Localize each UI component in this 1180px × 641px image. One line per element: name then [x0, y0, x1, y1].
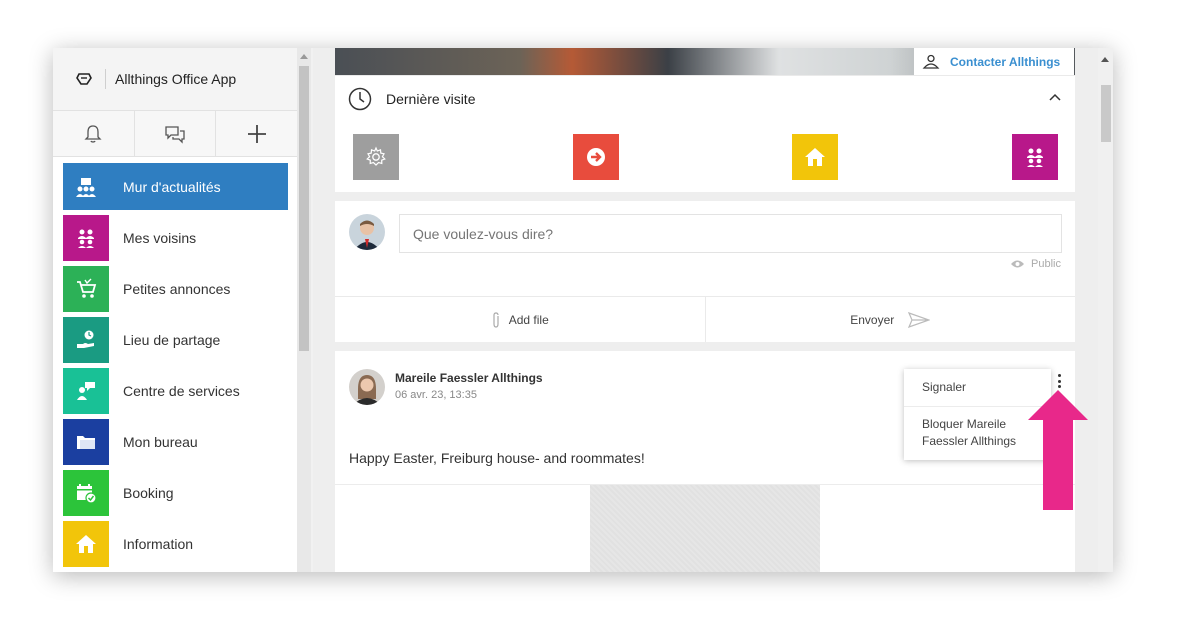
- sidebar-item-petites-annonces[interactable]: Petites annonces: [63, 265, 288, 312]
- more-item-icon: [63, 571, 109, 572]
- sidebar-item-mur-dactualites[interactable]: Mur d'actualités: [63, 163, 288, 210]
- contact-button[interactable]: Contacter Allthings: [914, 48, 1074, 75]
- neighbors-icon: [1027, 148, 1043, 167]
- main-scrollbar[interactable]: [1098, 48, 1113, 572]
- cart-icon: [63, 265, 109, 312]
- bell-icon: [84, 124, 102, 143]
- last-visit-arrow-tile[interactable]: [573, 134, 619, 180]
- neighbors-icon: [63, 214, 109, 261]
- post-author-avatar[interactable]: [349, 369, 385, 405]
- post-input[interactable]: [399, 214, 1062, 253]
- sidebar-item-label: Petites annonces: [123, 280, 231, 297]
- sidebar-item-mes-voisins[interactable]: Mes voisins: [63, 214, 288, 261]
- last-visit-home-tile[interactable]: [792, 134, 838, 180]
- post-image[interactable]: [590, 485, 820, 572]
- last-visit-settings-tile[interactable]: [353, 134, 399, 180]
- sidebar-item-label: Information: [123, 535, 194, 552]
- sharing-icon: [63, 316, 109, 363]
- last-visit-title: Dernière visite: [386, 90, 476, 107]
- last-visit-neighbors-tile[interactable]: [1012, 134, 1058, 180]
- post-date: 06 avr. 23, 13:35: [395, 389, 477, 401]
- scroll-up-icon[interactable]: [300, 54, 308, 59]
- current-user-avatar[interactable]: [349, 214, 385, 250]
- privacy-selector[interactable]: Public: [1010, 258, 1061, 270]
- plus-icon: [247, 124, 266, 143]
- post-author-name[interactable]: Mareile Faessler Allthings: [395, 371, 543, 385]
- callout-arrow-icon: [1028, 390, 1088, 510]
- sidebar-item-centre-de-services[interactable]: Centre de services: [63, 367, 288, 414]
- post-text: Happy Easter, Freiburg house- and roomma…: [349, 450, 645, 466]
- header-divider: [105, 69, 106, 89]
- send-paper-plane-icon: [908, 311, 931, 328]
- settings-icon: [366, 146, 386, 166]
- sidebar-item-mon-bureau[interactable]: Mon bureau: [63, 418, 288, 465]
- sidebar: Allthings Office App Mur d'actualités Me…: [53, 48, 297, 572]
- last-visit-header[interactable]: Dernière visite: [335, 75, 1075, 121]
- sidebar-item-booking[interactable]: Booking: [63, 469, 288, 516]
- messages-button[interactable]: [135, 111, 217, 156]
- sidebar-item-label: Mon bureau: [123, 433, 198, 450]
- menu-item-block-user[interactable]: Bloquer Mareile Faessler Allthings: [904, 416, 1024, 450]
- sidebar-item-partial[interactable]: [63, 571, 288, 572]
- app-logo-icon[interactable]: [75, 70, 93, 88]
- home-icon: [63, 520, 109, 567]
- contact-person-icon: [922, 54, 940, 69]
- chevron-up-icon[interactable]: [1049, 93, 1061, 101]
- sidebar-scrollbar[interactable]: [297, 48, 311, 572]
- add-file-label: Add file: [508, 312, 549, 327]
- add-button[interactable]: [216, 111, 297, 156]
- add-file-button[interactable]: Add file: [335, 297, 705, 342]
- eye-icon: [1011, 260, 1025, 268]
- last-visit-card: Dernière visite: [335, 75, 1075, 192]
- sidebar-item-lieu-de-partage[interactable]: Lieu de partage: [63, 316, 288, 363]
- home-icon: [805, 148, 825, 166]
- last-visit-tiles: [353, 134, 1058, 180]
- calendar-icon: [63, 469, 109, 516]
- menu-item-report[interactable]: Signaler: [904, 380, 966, 394]
- send-label: Envoyer: [850, 312, 895, 327]
- folder-icon: [63, 418, 109, 465]
- privacy-label: Public: [1031, 258, 1061, 270]
- contact-label: Contacter Allthings: [950, 54, 1061, 69]
- scrollbar-thumb[interactable]: [299, 66, 309, 351]
- send-button[interactable]: Envoyer: [704, 297, 1076, 342]
- paperclip-icon: [493, 311, 499, 328]
- sidebar-item-label: Lieu de partage: [123, 331, 221, 348]
- sidebar-header: Allthings Office App: [53, 48, 297, 111]
- app-title: Allthings Office App: [115, 71, 237, 87]
- notifications-button[interactable]: [53, 111, 135, 156]
- post-composer: Public Add file Envoyer: [335, 201, 1075, 342]
- main-content: Contacter Allthings Dernière visite Que …: [313, 48, 1098, 572]
- sidebar-item-label: Mes voisins: [123, 229, 197, 246]
- arrow-circle-icon: [587, 148, 605, 166]
- app-window: Allthings Office App Mur d'actualités Me…: [53, 48, 1113, 572]
- newsfeed-icon: [63, 163, 109, 210]
- sidebar-item-information[interactable]: Information: [63, 520, 288, 567]
- clock-icon: [348, 87, 372, 110]
- sidebar-nav: Mur d'actualités Mes voisins Petites ann…: [53, 157, 297, 572]
- scroll-up-icon[interactable]: [1101, 57, 1109, 62]
- chat-bubbles-icon: [165, 125, 185, 144]
- composer-actions: Add file Envoyer: [335, 296, 1075, 342]
- sidebar-item-label: Booking: [123, 484, 174, 501]
- sidebar-actions: [53, 111, 297, 157]
- sidebar-item-label: Centre de services: [123, 382, 240, 399]
- scrollbar-thumb[interactable]: [1101, 85, 1111, 142]
- sidebar-item-label: Mur d'actualités: [123, 178, 221, 195]
- service-center-icon: [63, 367, 109, 414]
- more-options-icon[interactable]: [1058, 374, 1062, 388]
